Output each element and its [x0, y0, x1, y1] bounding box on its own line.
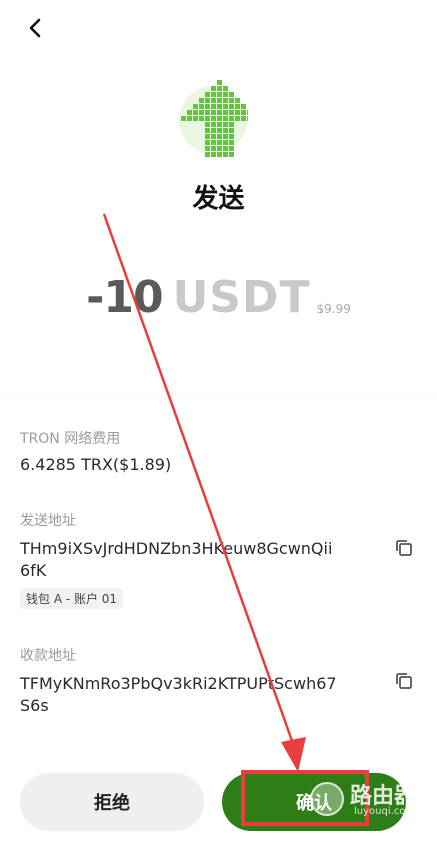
copy-from-address-button[interactable] [394, 538, 414, 558]
back-button[interactable] [22, 14, 50, 42]
reject-button[interactable]: 拒绝 [20, 773, 204, 831]
copy-icon [396, 673, 412, 689]
account-tag: 钱包 A - 账户 01 [20, 588, 124, 609]
amount-display: -10 USDT $9.99 [0, 272, 437, 323]
from-section: 发送地址 THm9iXSvJrdHDNZbn3HKeuw8GcwnQii6fK … [20, 510, 420, 609]
fee-value: 6.4285 TRX($1.89) [20, 455, 172, 474]
page-title: 发送 [192, 184, 245, 214]
watermark-logo-icon [310, 782, 344, 816]
amount-usd: $9.99 [316, 302, 351, 316]
amount-value: -10 [86, 272, 163, 323]
from-label: 发送地址 [20, 513, 76, 529]
copy-icon [396, 540, 412, 556]
watermark-subtitle: luyouqi.com [354, 806, 416, 817]
section-divider [0, 386, 437, 400]
to-label: 收款地址 [20, 648, 76, 664]
amount-unit: USDT [172, 272, 311, 323]
copy-to-address-button[interactable] [394, 671, 414, 691]
pixel-up-arrow-icon [179, 80, 248, 157]
fee-label: TRON 网络费用 [20, 431, 121, 447]
to-address: TFMyKNmRo3PbQv3kRi2KTPUPtScwh67S6s [20, 674, 337, 715]
fee-section: TRON 网络费用 6.4285 TRX($1.89) [20, 428, 420, 476]
to-section: 收款地址 TFMyKNmRo3PbQv3kRi2KTPUPtScwh67S6s [20, 645, 420, 717]
chevron-left-icon [29, 18, 41, 38]
from-address: THm9iXSvJrdHDNZbn3HKeuw8GcwnQii6fK [20, 539, 333, 580]
watermark: 路由器 luyouqi.com [310, 778, 432, 824]
